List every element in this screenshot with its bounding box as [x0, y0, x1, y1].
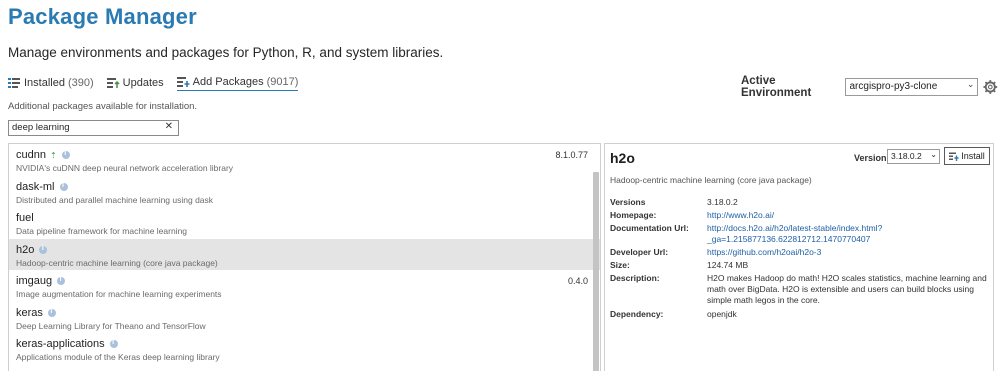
description-label: Description:: [610, 273, 660, 283]
package-name: fuel: [16, 212, 34, 224]
close-icon[interactable]: ✕: [165, 121, 173, 132]
info-icon[interactable]: [59, 182, 68, 191]
info-icon[interactable]: [57, 276, 66, 285]
list-item[interactable]: imgaug Image augmentation for machine le…: [9, 270, 600, 302]
package-version: 8.1.0.77: [555, 150, 588, 160]
package-description: Image augmentation for machine learning …: [16, 289, 222, 299]
install-button[interactable]: Install: [944, 147, 990, 165]
tab-installed-label: Installed: [24, 76, 65, 89]
info-icon[interactable]: [47, 308, 56, 317]
chevron-down-icon: ⌄: [930, 150, 937, 159]
package-description: Applications module of the Keras deep le…: [16, 352, 220, 362]
developer-url-link[interactable]: https://github.com/h2oai/h2o-3: [707, 247, 821, 258]
tab-add-packages-label: Add Packages: [192, 76, 264, 88]
list-item[interactable]: keras Deep Learning Library for Theano a…: [9, 302, 600, 334]
tab-updates-label: Updates: [122, 76, 164, 89]
package-description: NVIDIA's cuDNN deep neural network accel…: [16, 163, 234, 173]
updates-list-icon: [106, 77, 120, 89]
size-label: Size:: [610, 260, 630, 270]
tab-updates[interactable]: Updates: [106, 76, 164, 91]
version-select-value: 3.18.0.2: [891, 151, 922, 161]
update-available-icon: ⇡: [49, 150, 57, 160]
package-description: Distributed and parallel machine learnin…: [16, 194, 214, 205]
environment-select-value: arcgispro-py3-clone: [849, 81, 938, 92]
description-value: H2O makes Hadoop do math! H2O scales sta…: [707, 273, 987, 305]
homepage-link[interactable]: http://www.h2o.ai/: [707, 210, 774, 221]
install-icon: [949, 152, 959, 161]
detail-short-description: Hadoop-centric machine learning (core ja…: [610, 175, 812, 185]
package-name: h2o: [16, 243, 35, 256]
package-name: cudnn: [16, 149, 46, 161]
install-button-label: Install: [961, 151, 985, 161]
package-name: keras: [16, 306, 43, 319]
versions-value: 3.18.0.2: [707, 197, 738, 207]
package-name: keras-applications: [16, 338, 105, 350]
package-detail-panel: h2o Version: 3.18.0.2 ⌄ Install Hadoop-c…: [604, 143, 994, 371]
homepage-label: Homepage:: [610, 210, 657, 220]
package-list: cudnn⇡ NVIDIA's cuDNN deep neural networ…: [8, 143, 601, 371]
versions-label: Versions: [610, 197, 646, 207]
package-name: imgaug: [16, 275, 53, 287]
list-item[interactable]: dask-ml Distributed and parallel machine…: [9, 176, 600, 208]
packages-hint: Additional packages available for instal…: [8, 101, 198, 112]
package-description: Data pipeline framework for machine lear…: [16, 226, 188, 236]
size-value: 124.74 MB: [707, 260, 749, 270]
page-title: Package Manager: [8, 4, 197, 29]
active-environment: Active Environment arcgispro-py3-clone ⌄: [741, 75, 998, 99]
dependency-value: openjdk: [707, 309, 737, 319]
version-select[interactable]: 3.18.0.2 ⌄: [887, 149, 940, 164]
environment-select[interactable]: arcgispro-py3-clone ⌄: [845, 78, 979, 96]
developer-url-label: Developer Url:: [610, 247, 669, 257]
package-name: dask-ml: [16, 180, 55, 193]
tab-add-packages[interactable]: Add Packages (9017): [176, 76, 299, 91]
package-tabs: Installed (390) Updates Add Packages (90…: [8, 76, 311, 91]
package-version: 0.4.0: [567, 276, 588, 286]
detail-version-label: Version:: [854, 153, 890, 163]
list-item[interactable]: h2o Hadoop-centric machine learning (cor…: [9, 238, 600, 270]
tab-add-packages-count: (9017): [266, 76, 299, 88]
page-subtitle: Manage environments and packages for Pyt…: [8, 45, 444, 60]
package-description: Hadoop-centric machine learning (core ja…: [16, 257, 218, 268]
list-item[interactable]: cudnn⇡ NVIDIA's cuDNN deep neural networ…: [9, 144, 600, 176]
detail-package-name: h2o: [610, 150, 635, 166]
search-input-value: deep learning: [12, 122, 70, 133]
info-icon[interactable]: [39, 245, 48, 254]
add-packages-icon: [176, 76, 190, 88]
list-item[interactable]: keras-applications Applications module o…: [9, 333, 600, 365]
tab-installed[interactable]: Installed (390): [8, 77, 94, 91]
tab-installed-count: (390): [67, 76, 94, 89]
info-icon[interactable]: [109, 339, 118, 348]
package-description: Deep Learning Library for Theano and Ten…: [16, 320, 206, 331]
dependency-label: Dependency:: [610, 309, 664, 319]
search-input[interactable]: deep learning ✕: [8, 120, 179, 136]
documentation-url-link[interactable]: http://docs.h2o.ai/h2o/latest-stable/ind…: [707, 223, 887, 245]
active-environment-label: Active Environment: [741, 75, 812, 99]
chevron-down-icon: ⌄: [966, 79, 975, 89]
documentation-url-label: Documentation Url:: [610, 223, 689, 233]
list-scrollbar[interactable]: [593, 172, 599, 371]
info-icon[interactable]: [61, 150, 70, 159]
gear-icon[interactable]: [983, 79, 998, 95]
list-item[interactable]: fuel Data pipeline framework for machine…: [9, 207, 600, 239]
installed-list-icon: [8, 77, 21, 89]
